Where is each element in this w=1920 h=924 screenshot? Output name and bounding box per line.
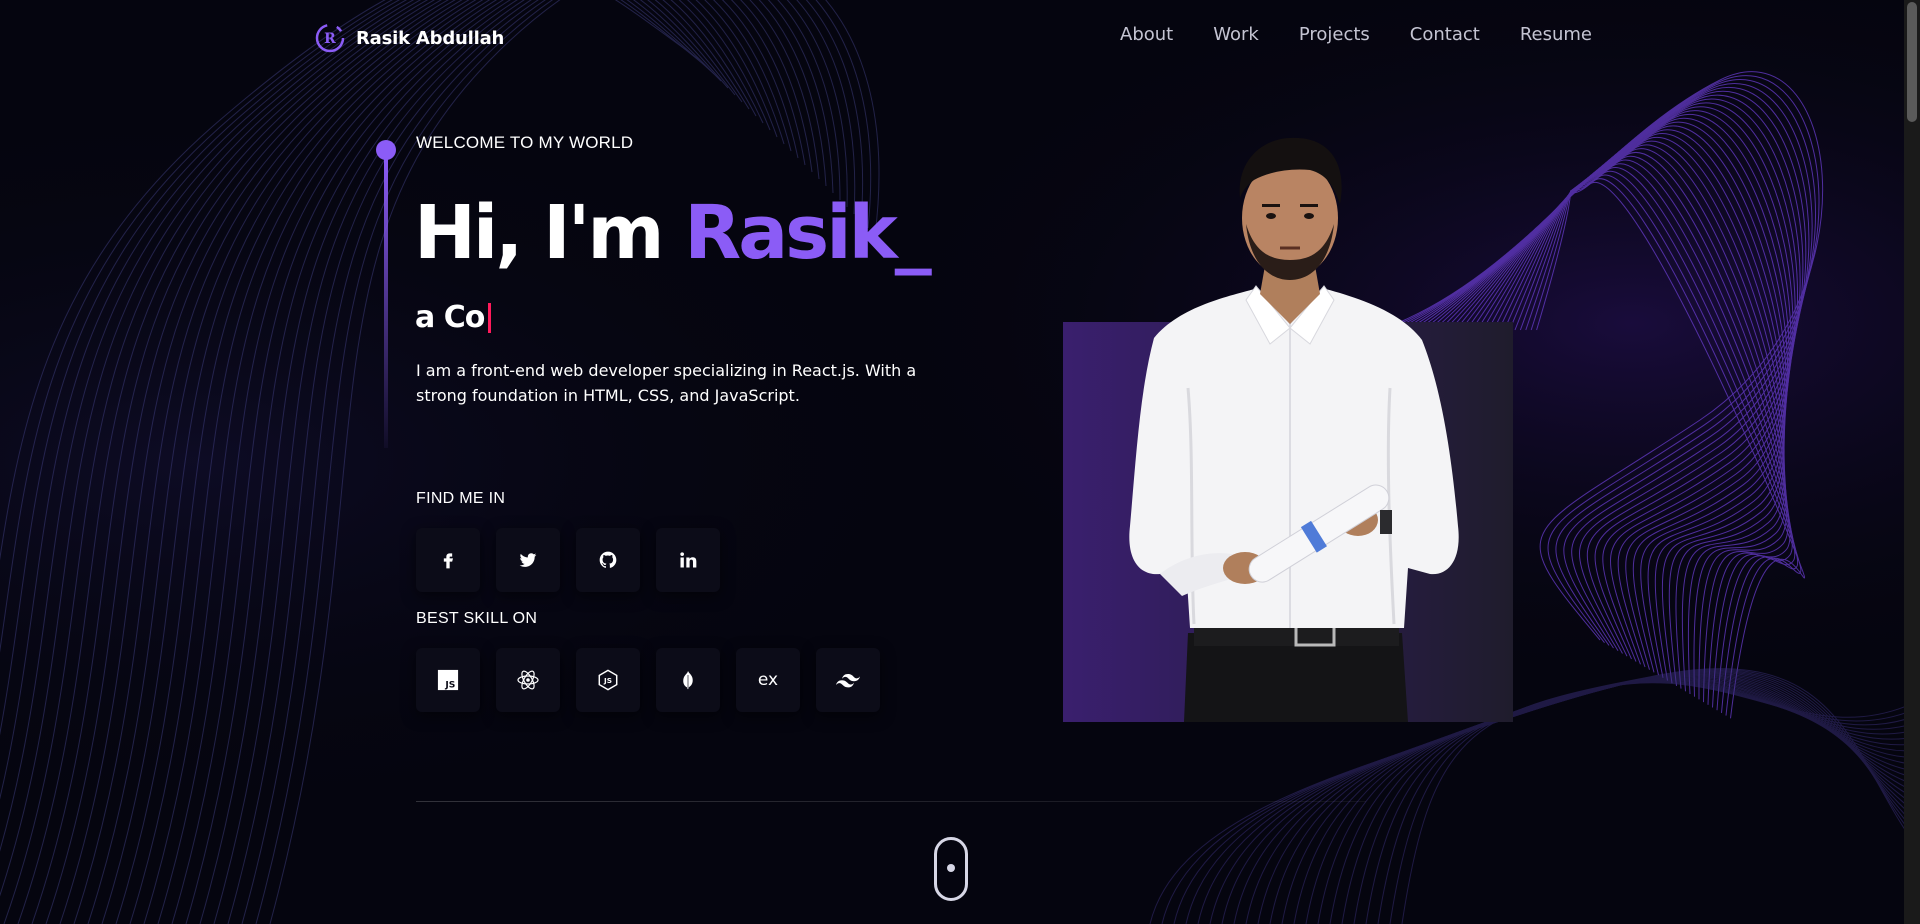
express-icon: ex [758,670,778,690]
skill-nodejs[interactable]: JS [576,648,640,712]
scroll-down-indicator[interactable] [934,837,968,901]
facebook-icon [443,553,453,569]
scrollbar-thumb[interactable] [1907,2,1917,122]
typing-value: a Co [415,300,485,335]
skill-javascript[interactable]: JS [416,648,480,712]
hero-title: Hi, I'm Rasik_ [414,188,932,278]
nav-contact[interactable]: Contact [1410,24,1480,45]
javascript-icon: JS [437,669,459,690]
background-wave-art [0,0,1920,924]
portfolio-page: R Rasik Abdullah About Work Projects Con… [0,0,1920,924]
nav-work[interactable]: Work [1213,24,1259,45]
section-divider [416,801,1366,802]
twitter-link[interactable] [496,528,560,592]
tailwind-icon [836,674,860,688]
svg-text:JS: JS [603,676,612,685]
scroll-wheel-dot [947,864,955,872]
nodejs-icon: JS [598,669,618,691]
page-scrollbar[interactable] [1904,0,1920,924]
find-me-label: FIND ME IN [416,490,506,507]
hero-greeting: Hi, I'm [414,190,664,276]
main-nav: About Work Projects Contact Resume [1120,24,1592,45]
typing-caret [488,302,492,333]
brand-name: Rasik Abdullah [356,27,505,49]
brand-logo-letter: R [324,31,336,47]
skill-icons: JS JS ex [416,648,880,712]
welcome-text: WELCOME TO MY WORLD [416,133,634,152]
mongodb-icon [683,670,693,690]
hero-cursor: _ [894,190,932,276]
react-icon [517,670,539,690]
svg-text:ex: ex [758,670,778,690]
skill-express[interactable]: ex [736,648,800,712]
timeline-dot [376,140,396,160]
brand-logo-icon: R [315,23,345,53]
nav-resume[interactable]: Resume [1520,24,1592,45]
svg-text:JS: JS [444,679,455,690]
facebook-link[interactable] [416,528,480,592]
linkedin-icon [680,552,697,568]
twitter-icon [519,553,537,567]
portrait-image [1129,137,1459,722]
github-icon [599,551,617,568]
nav-projects[interactable]: Projects [1299,24,1370,45]
timeline-line [384,158,388,448]
nav-about[interactable]: About [1120,24,1173,45]
typing-text: a Co [415,300,492,335]
skill-mongodb[interactable] [656,648,720,712]
social-links [416,528,720,592]
brand[interactable]: R Rasik Abdullah [314,20,504,56]
linkedin-link[interactable] [656,528,720,592]
hero-name: Rasik [684,190,898,276]
site-header: R Rasik Abdullah About Work Projects Con… [0,0,1904,76]
best-skill-label: BEST SKILL ON [416,610,538,627]
github-link[interactable] [576,528,640,592]
intro-paragraph: I am a front-end web developer specializ… [416,361,917,405]
skill-tailwind[interactable] [816,648,880,712]
skill-react[interactable] [496,648,560,712]
